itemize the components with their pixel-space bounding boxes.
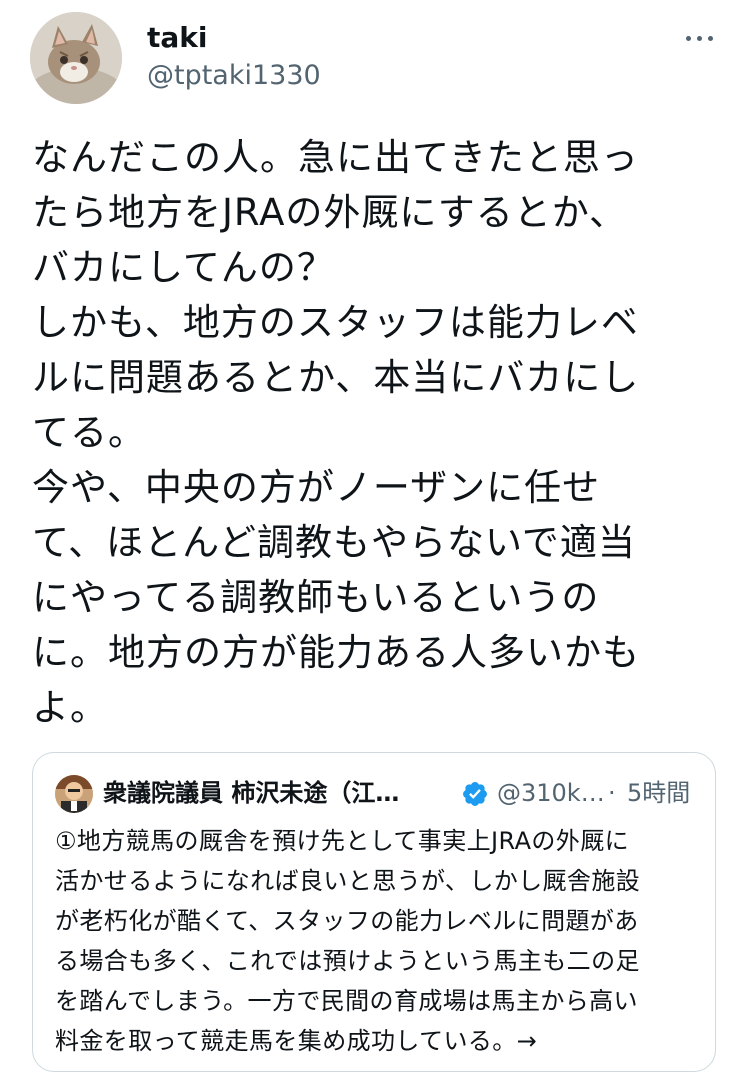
quoted-avatar[interactable] xyxy=(55,775,93,813)
display-name[interactable]: taki xyxy=(147,22,208,54)
quoted-timestamp[interactable]: 5時間 xyxy=(627,777,690,809)
verified-badge-icon xyxy=(463,782,487,806)
more-horizontal-icon[interactable] xyxy=(682,26,718,50)
tweet: taki @tptaki1330 なんだこの人。急に出てきたと思っ たら地方をJ… xyxy=(0,0,750,1072)
cat-avatar-image xyxy=(30,12,122,104)
separator-dot: · xyxy=(608,779,616,807)
tweet-text: なんだこの人。急に出てきたと思っ たら地方をJRAの外厩にするとか、 バカにして… xyxy=(32,136,640,729)
quoted-tweet-text: ①地方競馬の厩舎を預け先として事実上JRAの外厩に 活かせるようになれば良いと思… xyxy=(55,827,641,1055)
avatar[interactable] xyxy=(30,12,122,104)
quoted-display-name[interactable]: 衆議院議員 柿沢未途（江… xyxy=(103,777,453,809)
quoted-tweet[interactable]: 衆議院議員 柿沢未途（江… @310k… · 5時間 ①地方競馬の厩舎を預け先と… xyxy=(32,752,716,1072)
tweet-header: taki @tptaki1330 xyxy=(30,12,720,108)
quoted-tweet-header: 衆議院議員 柿沢未途（江… @310k… · 5時間 xyxy=(55,775,695,815)
quoted-user-handle[interactable]: @310k… xyxy=(497,777,605,809)
dot xyxy=(708,36,713,41)
dot xyxy=(686,36,691,41)
dot xyxy=(697,36,702,41)
person-avatar-image xyxy=(55,775,93,813)
user-handle[interactable]: @tptaki1330 xyxy=(147,60,321,92)
